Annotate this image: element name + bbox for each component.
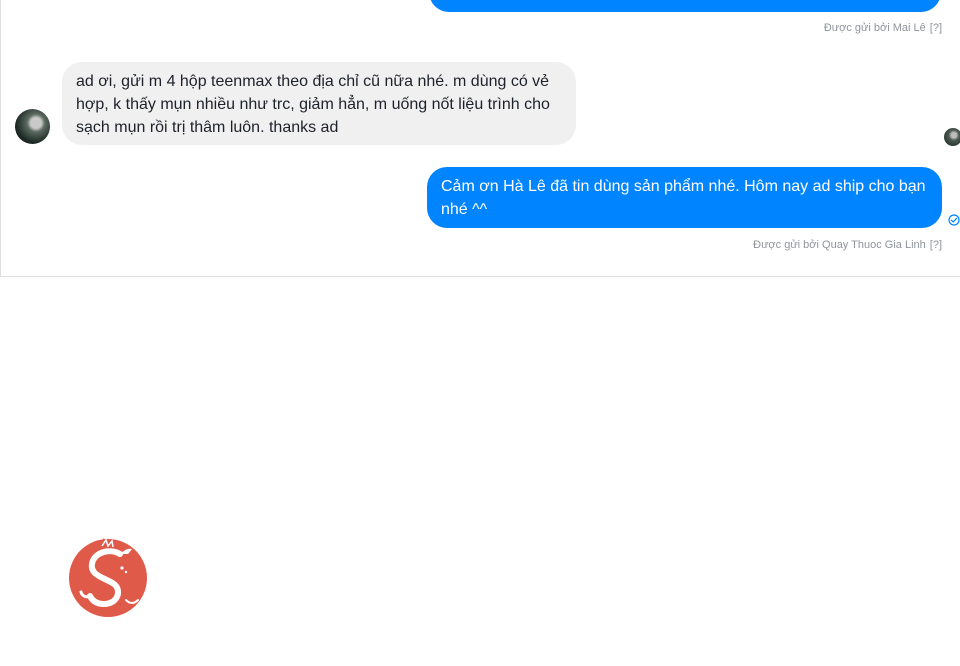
incoming-message-text: ad ơi, gửi m 4 hộp teenmax theo địa chỉ … — [76, 73, 550, 136]
check-circle-icon — [948, 214, 960, 226]
contact-avatar[interactable] — [15, 109, 50, 144]
help-link[interactable]: [?] — [930, 22, 942, 34]
incoming-message-bubble[interactable]: ad ơi, gửi m 4 hộp teenmax theo địa chỉ … — [62, 62, 576, 145]
outgoing-message-bubble[interactable]: Cảm ơn Hà Lê đã tin dùng sản phẩm nhé. H… — [427, 167, 942, 228]
read-receipt-avatar — [944, 128, 960, 146]
sent-by-label: Được gửi bởi Quay Thuoc Gia Linh [?] — [753, 239, 942, 251]
dragon-logo — [69, 538, 147, 617]
sent-by-text: Được gửi bởi Quay Thuoc Gia Linh — [753, 239, 926, 251]
help-link[interactable]: [?] — [930, 239, 942, 251]
outgoing-message-text: Cảm ơn Hà Lê đã tin dùng sản phẩm nhé. H… — [441, 178, 926, 218]
outgoing-message-bubble-previous[interactable] — [429, 0, 941, 12]
chat-thread: Được gửi bởi Mai Lê [?] ad ơi, gửi m 4 hộ… — [0, 0, 960, 277]
sent-by-label: Được gửi bởi Mai Lê [?] — [824, 22, 942, 34]
sent-by-text: Được gửi bởi Mai Lê — [823, 22, 926, 34]
